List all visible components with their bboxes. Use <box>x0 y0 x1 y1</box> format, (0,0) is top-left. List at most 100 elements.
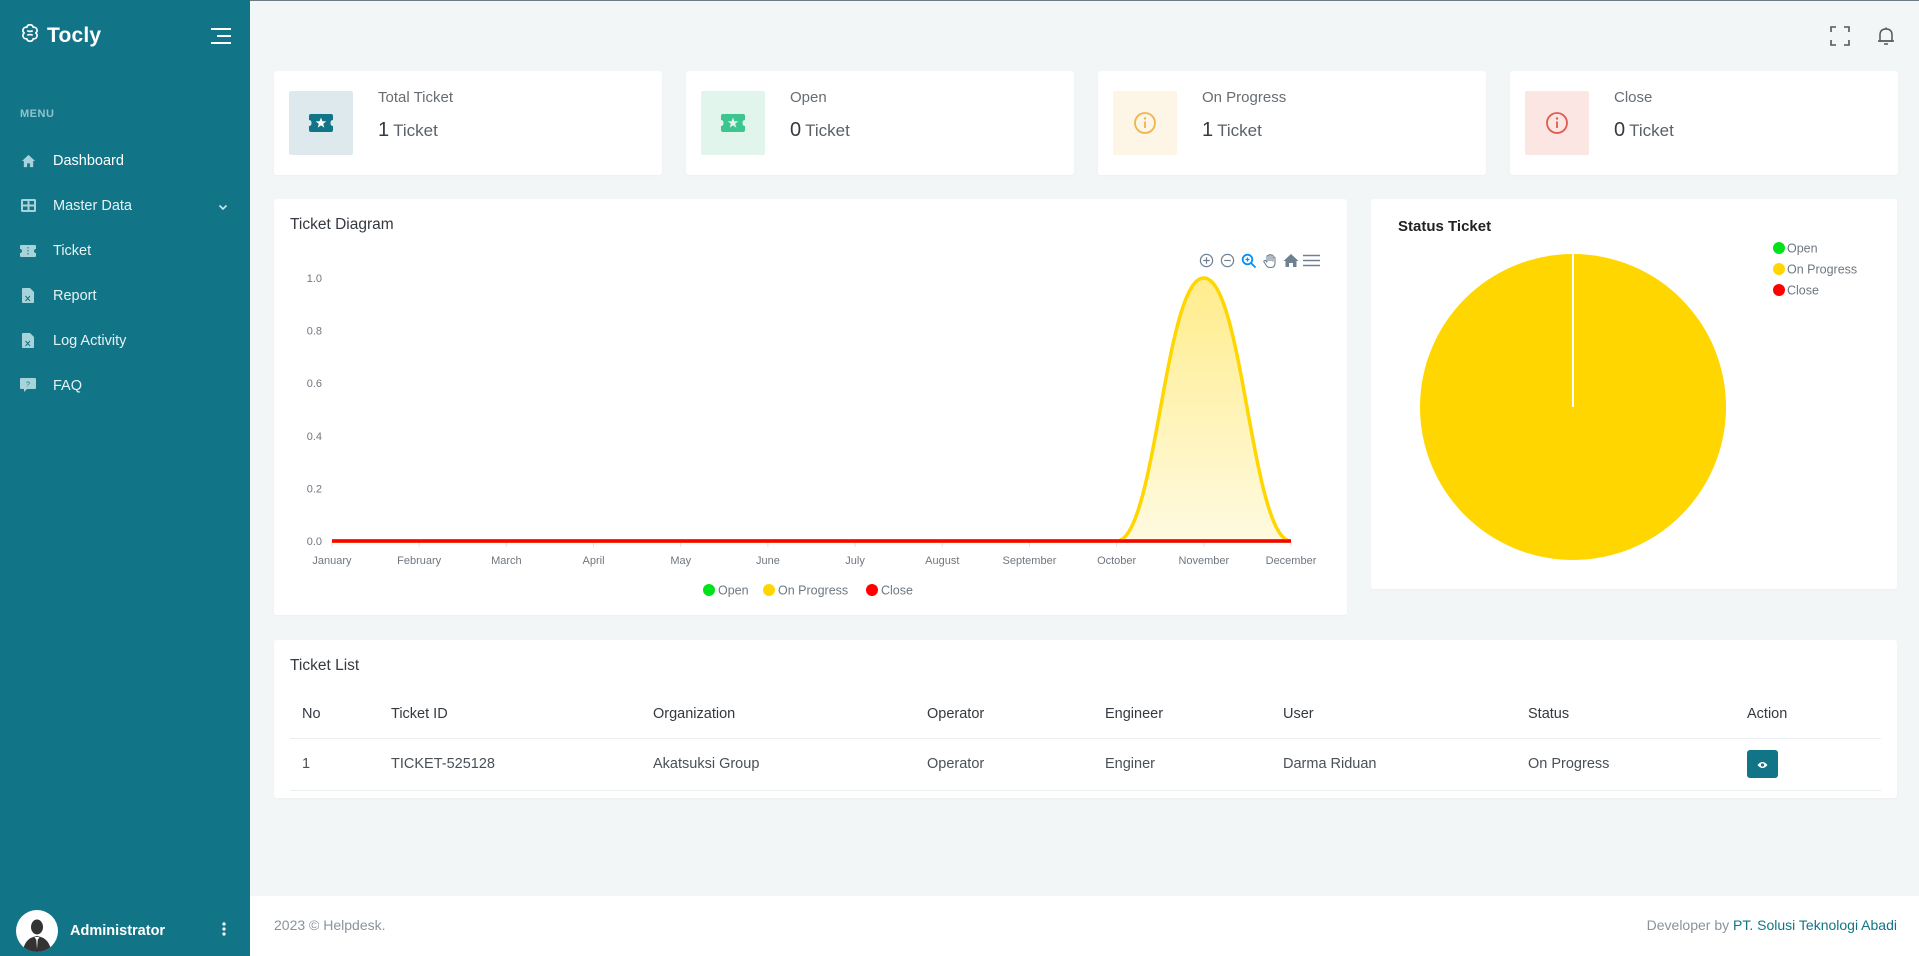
x-tick-label: November <box>1178 555 1229 567</box>
sidebar-item-faq[interactable]: ? FAQ <box>0 363 250 408</box>
legend-item-open[interactable]: Open <box>703 584 749 598</box>
legend-item-close[interactable]: Close <box>866 584 913 598</box>
table-header-row: No Ticket ID Organization Operator Engin… <box>290 690 1881 739</box>
legend-label: Close <box>881 584 913 598</box>
legend-label: On Progress <box>778 584 848 598</box>
sidebar-item-dashboard[interactable]: Dashboard <box>0 138 250 183</box>
sidebar-item-label: FAQ <box>53 377 83 394</box>
cell-organization: Akatsuksi Group <box>641 738 915 791</box>
stat-value: 1 Ticket <box>378 119 438 142</box>
table-row: 1 TICKET-525128 Akatsuksi Group Operator… <box>290 738 1881 791</box>
developer-link[interactable]: PT. Solusi Teknologi Abadi <box>1733 917 1897 933</box>
file-excel-icon <box>20 288 36 304</box>
sidebar-item-report[interactable]: Report <box>0 273 250 318</box>
legend-label: Close <box>1787 284 1819 298</box>
x-tick-label: March <box>491 555 522 567</box>
stat-value: 1 Ticket <box>1202 119 1262 142</box>
stat-title: Total Ticket <box>378 89 454 106</box>
more-vertical-icon[interactable] <box>222 922 226 941</box>
window-top-border <box>0 0 1919 1</box>
x-tick-label: October <box>1097 555 1136 567</box>
stat-value: 0 Ticket <box>790 119 850 142</box>
pie-legend-item-on-progress[interactable]: On Progress <box>1773 263 1857 277</box>
stat-title: Open <box>790 89 827 106</box>
stat-unit: Ticket <box>1217 121 1262 140</box>
y-tick-label: 1.0 <box>307 273 322 285</box>
stat-number: 1 <box>1202 119 1214 141</box>
legend-item-on-progress[interactable]: On Progress <box>763 584 848 598</box>
x-tick-label: May <box>670 555 691 567</box>
brand-name: Tocly <box>47 23 102 47</box>
column-header-user: User <box>1271 690 1516 739</box>
x-tick-label: September <box>1003 555 1057 567</box>
sidebar-item-label: Log Activity <box>53 332 127 349</box>
stat-title: On Progress <box>1202 89 1287 106</box>
legend-marker <box>866 584 878 596</box>
x-tick-label: December <box>1266 555 1317 567</box>
ticket-diagram-chart: 0.0 0.2 0.4 0.6 0.8 1.0 January February March Ap… <box>307 273 1317 598</box>
sidebar-nav: Dashboard Master Data Ticket Report Log … <box>0 138 250 408</box>
status-ticket-chart: Status Ticket Open On Progress Close <box>1398 218 1857 560</box>
cell-operator: Operator <box>915 738 1093 791</box>
ticket-star-icon <box>701 91 765 155</box>
pie-legend-item-close[interactable]: Close <box>1773 284 1819 298</box>
cell-status: On Progress <box>1516 738 1735 791</box>
pie-legend-item-open[interactable]: Open <box>1773 242 1818 256</box>
brand[interactable]: Tocly <box>19 22 101 49</box>
column-header-ticket-id: Ticket ID <box>379 690 641 739</box>
column-header-engineer: Engineer <box>1093 690 1271 739</box>
user-profile[interactable]: Administrator <box>0 906 250 956</box>
legend-marker <box>703 584 715 596</box>
ticket-table: No Ticket ID Organization Operator Engin… <box>290 690 1881 791</box>
avatar <box>16 910 58 952</box>
hamburger-line <box>217 35 231 37</box>
cell-user: Darma Riduan <box>1271 738 1516 791</box>
x-tick-label: January <box>312 555 352 567</box>
chevron-down-icon <box>218 198 228 216</box>
stat-card-total-ticket: Total Ticket 1 Ticket <box>274 71 662 175</box>
svg-text:?: ? <box>26 382 30 389</box>
stat-number: 1 <box>378 119 390 141</box>
menu-section-label: MENU <box>20 108 55 120</box>
y-tick-label: 0.2 <box>307 483 322 495</box>
sidebar-item-label: Report <box>53 287 97 304</box>
y-tick-label: 0.0 <box>307 536 322 548</box>
ticket-list-card: Ticket List No Ticket ID Organization Op… <box>274 640 1897 798</box>
info-circle-icon <box>1113 91 1177 155</box>
stat-card-close: Close 0 Ticket <box>1510 71 1898 175</box>
footer-developer: Developer by PT. Solusi Teknologi Abadi <box>1647 917 1897 933</box>
sidebar-item-master-data[interactable]: Master Data <box>0 183 250 228</box>
status-ticket-card: Status Ticket Open On Progress Close <box>1371 199 1897 589</box>
column-header-action: Action <box>1735 690 1881 739</box>
fullscreen-icon[interactable] <box>1829 25 1851 47</box>
grid-icon <box>20 198 36 214</box>
ticket-star-icon <box>289 91 353 155</box>
sidebar-item-label: Ticket <box>53 242 92 259</box>
file-excel-icon <box>20 333 36 349</box>
legend-label: Open <box>718 584 749 598</box>
sidebar-item-ticket[interactable]: Ticket <box>0 228 250 273</box>
footer: 2023 © Helpdesk. Developer by PT. Solusi… <box>250 896 1919 956</box>
logo-icon <box>19 22 41 49</box>
sidebar: Tocly MENU Dashboard Master Data Ticket … <box>0 0 250 956</box>
y-tick-label: 0.4 <box>307 431 322 443</box>
home-icon <box>20 153 36 169</box>
menu-toggle-button[interactable] <box>211 28 231 45</box>
stat-card-on-progress: On Progress 1 Ticket <box>1098 71 1486 175</box>
stat-unit: Ticket <box>1629 121 1674 140</box>
ticket-list-title: Ticket List <box>290 657 360 674</box>
ticket-icon <box>20 243 36 259</box>
legend-marker <box>1773 284 1785 296</box>
stat-value: 0 Ticket <box>1614 119 1674 142</box>
cell-engineer: Enginer <box>1093 738 1271 791</box>
legend-marker <box>1773 263 1785 275</box>
x-tick-label: February <box>397 555 442 567</box>
column-header-no: No <box>290 690 379 739</box>
sidebar-item-label: Master Data <box>53 197 132 214</box>
developer-prefix: Developer by <box>1646 917 1734 933</box>
legend-marker <box>763 584 775 596</box>
bell-icon[interactable] <box>1875 25 1897 47</box>
view-ticket-button[interactable] <box>1747 750 1778 778</box>
area-fill-on-progress <box>332 278 1291 541</box>
sidebar-item-log-activity[interactable]: Log Activity <box>0 318 250 363</box>
